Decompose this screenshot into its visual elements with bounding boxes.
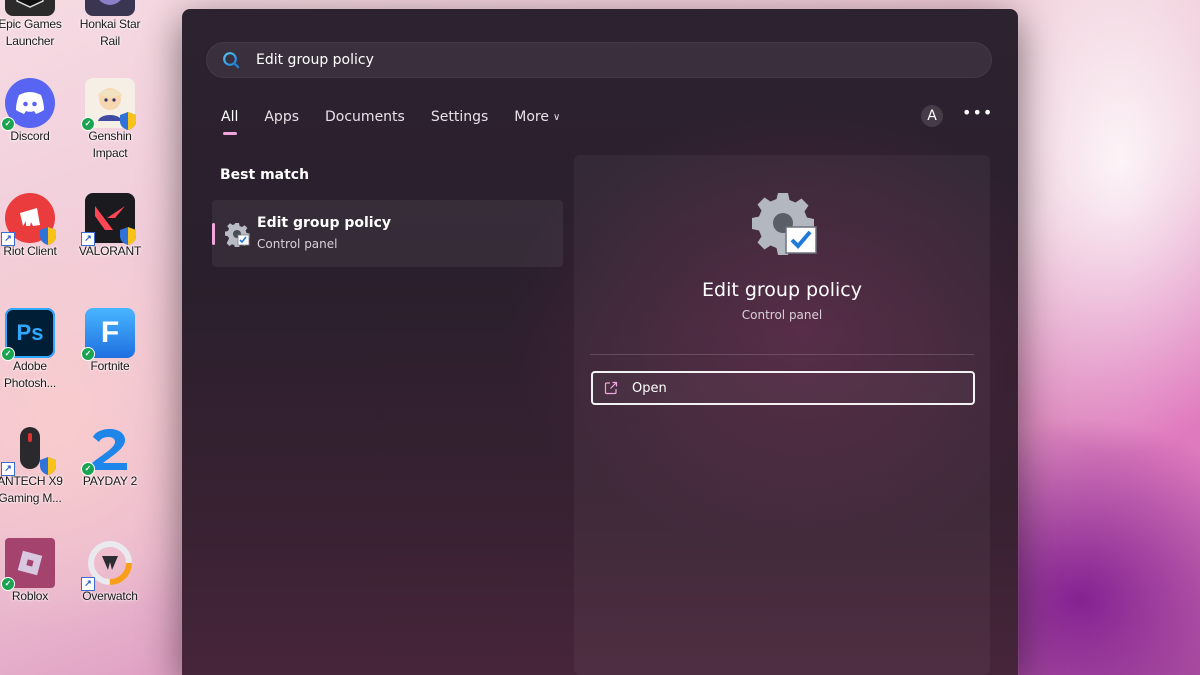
- discord-icon: ✓: [1, 78, 55, 131]
- desktop-icon-fortnite[interactable]: F ✓ Fortnite: [72, 308, 148, 375]
- uac-shield-icon: [40, 457, 56, 475]
- desktop-icon-roblox[interactable]: ✓ Roblox: [0, 538, 68, 605]
- shortcut-arrow-icon: ↗: [1, 232, 15, 246]
- gear-check-icon: [225, 223, 250, 247]
- mouse-icon: ↗: [1, 423, 56, 476]
- photoshop-icon: Ps ✓: [1, 308, 55, 361]
- tab-more[interactable]: More ∨: [514, 109, 560, 125]
- tab-all[interactable]: All: [221, 109, 238, 135]
- account-avatar[interactable]: A: [921, 105, 943, 127]
- detail-subtitle: Control panel: [741, 308, 823, 322]
- search-input[interactable]: [254, 51, 958, 69]
- search-box[interactable]: [206, 42, 992, 78]
- desktop-icon-genshin-impact[interactable]: ✓ Genshin Impact: [72, 78, 148, 162]
- sync-check-icon: ✓: [1, 117, 15, 131]
- tab-documents[interactable]: Documents: [325, 109, 405, 125]
- sync-check-icon: ✓: [1, 347, 15, 361]
- roblox-icon: ✓: [1, 538, 55, 591]
- desktop-icon-valorant[interactable]: ↗ VALORANT: [72, 193, 148, 260]
- desktop-icon-epic-games[interactable]: Epic Games Launcher: [0, 0, 68, 50]
- sync-check-icon: ✓: [81, 117, 95, 131]
- shortcut-arrow-icon: ↗: [1, 462, 15, 476]
- genshin-impact-icon: ✓: [81, 78, 136, 131]
- honkai-star-rail-icon: [85, 0, 135, 16]
- sync-check-icon: ✓: [81, 347, 95, 361]
- desktop-icon-riot-client[interactable]: ↗ Riot Client: [0, 193, 68, 260]
- desktop-icon-photoshop[interactable]: Ps ✓ Adobe Photosh...: [0, 308, 68, 392]
- overwatch-icon: ↗: [81, 538, 135, 591]
- uac-shield-icon: [40, 227, 56, 245]
- start-search-panel: All Apps Documents Settings More∨ A ••• …: [182, 9, 1018, 675]
- best-match-heading: Best match: [220, 167, 310, 183]
- shortcut-arrow-icon: ↗: [81, 232, 95, 246]
- detail-title: Edit group policy: [702, 279, 862, 301]
- result-title: Edit group policy: [257, 215, 392, 231]
- best-match-result[interactable]: Edit group policy Control panel: [212, 200, 563, 267]
- search-icon: [223, 52, 240, 69]
- valorant-icon: ↗: [81, 193, 136, 246]
- chevron-down-icon: ∨: [552, 112, 561, 123]
- fortnite-icon: F ✓: [81, 308, 135, 361]
- desktop-icon-overwatch[interactable]: ↗ Overwatch: [72, 538, 148, 605]
- divider: [590, 354, 974, 355]
- desktop-icon-discord[interactable]: ✓ Discord: [0, 78, 68, 145]
- uac-shield-icon: [120, 112, 136, 130]
- tab-apps[interactable]: Apps: [264, 109, 299, 125]
- uac-shield-icon: [120, 227, 136, 245]
- shortcut-arrow-icon: ↗: [81, 577, 95, 591]
- payday-2-icon: ✓: [81, 423, 135, 476]
- search-filter-tabs: All Apps Documents Settings More ∨: [221, 105, 586, 135]
- desktop-icon-honkai-star-rail[interactable]: Honkai Star Rail: [72, 0, 148, 50]
- open-button[interactable]: Open: [591, 371, 975, 405]
- result-detail-pane: Edit group policy Control panel Open: [574, 155, 990, 675]
- gear-check-icon: [752, 193, 817, 255]
- sync-check-icon: ✓: [81, 462, 95, 476]
- desktop-icon-payday-2[interactable]: ✓ PAYDAY 2: [72, 423, 148, 490]
- sync-check-icon: ✓: [1, 577, 15, 591]
- riot-client-icon: ↗: [1, 193, 56, 246]
- epic-games-icon: [5, 0, 55, 16]
- tab-settings[interactable]: Settings: [431, 109, 488, 125]
- more-options-icon[interactable]: •••: [962, 103, 992, 127]
- desktop-icon-antech-mouse[interactable]: ↗ ANTECH X9 Gaming M...: [0, 423, 68, 507]
- open-button-label: Open: [632, 380, 667, 396]
- result-subtitle: Control panel: [257, 237, 338, 251]
- open-external-icon: [604, 381, 618, 395]
